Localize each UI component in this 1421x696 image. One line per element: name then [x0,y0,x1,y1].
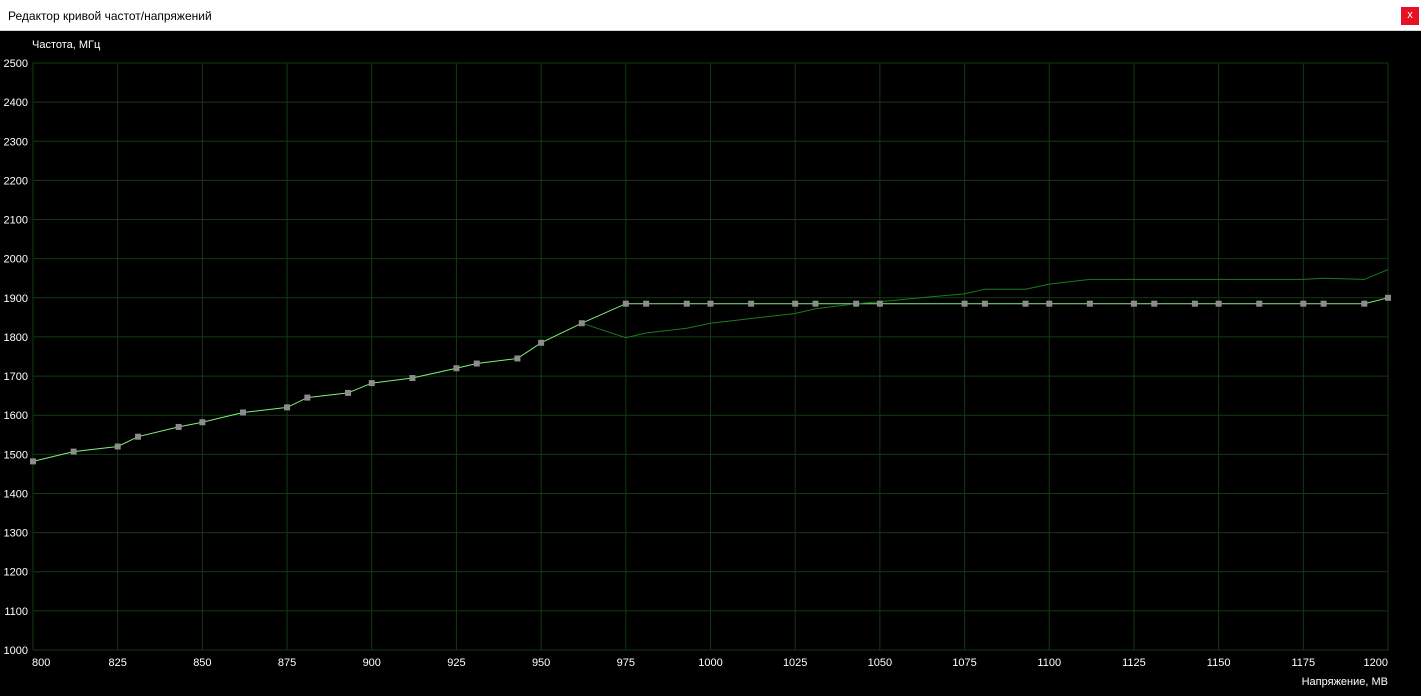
curve-point-handle[interactable] [643,300,650,307]
window-titlebar: Редактор кривой частот/напряжений x [0,0,1421,31]
curve-point-handle[interactable] [622,300,629,307]
curve-point-handle[interactable] [70,448,77,455]
curve-point-handle[interactable] [1086,300,1093,307]
curve-point-handle[interactable] [114,443,121,450]
chart-svg[interactable]: Частота, МГц Напряжение, МВ 800 825 850 875… [0,31,1421,691]
window-title: Редактор кривой частот/напряжений [8,9,212,23]
curve-point-handle[interactable] [345,389,352,396]
y-axis-label: Частота, МГц [32,39,101,51]
y-tick-label: 2300 [4,136,28,148]
curve-point-handle[interactable] [240,409,247,416]
curve-point-handle[interactable] [284,404,291,411]
y-tick-label: 1400 [4,488,28,500]
curve-point-handle[interactable] [514,355,521,362]
curve-point-handle[interactable] [578,320,585,327]
curve-point-handle[interactable] [1130,300,1137,307]
y-tick-label: 1200 [4,567,28,579]
curve-point-handle[interactable] [1022,300,1029,307]
curve-point-handle[interactable] [683,300,690,307]
x-tick-label: 900 [363,657,381,669]
x-tick-label: 850 [193,657,211,669]
curve-point-handle[interactable] [748,300,755,307]
curve-point-handle[interactable] [853,300,860,307]
curve-point-handle[interactable] [876,300,883,307]
y-tick-label: 1000 [4,645,28,657]
curve-point-handle[interactable] [812,300,819,307]
curve-point-handle[interactable] [368,380,375,387]
x-tick-label: 1150 [1207,657,1231,669]
x-tick-label: 1125 [1122,657,1146,669]
axis-labels: Частота, МГц Напряжение, МВ 800 825 850 875… [4,39,1388,688]
curve-point-handle[interactable] [1215,300,1222,307]
curve-point-handle[interactable] [1361,300,1368,307]
x-tick-label: 1050 [868,657,892,669]
curve-point-handle[interactable] [981,300,988,307]
x-tick-label: 975 [617,657,635,669]
curve-point-handle[interactable] [199,419,206,426]
curve-point-handle[interactable] [792,300,799,307]
x-tick-label: 875 [278,657,296,669]
curve-point-handle[interactable] [1320,300,1327,307]
curve-point-handle[interactable] [1256,300,1263,307]
y-tick-label: 2500 [4,58,28,70]
y-tick-label: 2400 [4,97,28,109]
y-tick-label: 1600 [4,410,28,422]
x-tick-label: 800 [32,657,50,669]
curve-point-handle[interactable] [304,394,311,401]
y-tick-label: 1500 [4,449,28,461]
curve-point-handle[interactable] [1151,300,1158,307]
x-tick-label: 1100 [1037,657,1061,669]
x-tick-label: 1175 [1291,657,1315,669]
x-axis-label: Напряжение, МВ [1302,676,1388,688]
x-tick-label: 825 [109,657,127,669]
y-tick-label: 2200 [4,175,28,187]
curve-point-handle[interactable] [1191,300,1198,307]
y-tick-label: 1800 [4,332,28,344]
y-tick-label: 1100 [4,606,28,618]
x-tick-label: 1075 [952,657,976,669]
close-button[interactable]: x [1401,7,1419,25]
y-tick-label: 1700 [4,371,28,383]
x-tick-label: 925 [447,657,465,669]
curve-point-handle[interactable] [1300,300,1307,307]
y-tick-label: 1900 [4,293,28,305]
x-tick-label: 1025 [783,657,807,669]
curve-point-handle[interactable] [453,365,460,372]
x-tick-label: 1200 [1364,657,1388,669]
curve-point-handle[interactable] [175,423,182,430]
y-tick-label: 2000 [4,254,28,266]
x-tick-label: 950 [532,657,550,669]
curve-point-handle[interactable] [135,433,142,440]
vf-curve-chart[interactable]: Частота, МГц Напряжение, МВ 800 825 850 875… [0,31,1421,691]
curve-point-handle[interactable] [961,300,968,307]
x-tick-label: 1000 [698,657,722,669]
grid [32,62,1389,651]
curve-point-handle[interactable] [707,300,714,307]
curve-point-handle[interactable] [1046,300,1053,307]
curve-point-handle[interactable] [473,360,480,367]
curve-point-handle[interactable] [30,458,36,465]
y-tick-label: 1300 [4,528,28,540]
curve-point-handle[interactable] [409,375,416,382]
curve-point-handle[interactable] [1385,294,1391,301]
y-tick-label: 2100 [4,215,28,227]
curve-point-handle[interactable] [538,339,545,346]
